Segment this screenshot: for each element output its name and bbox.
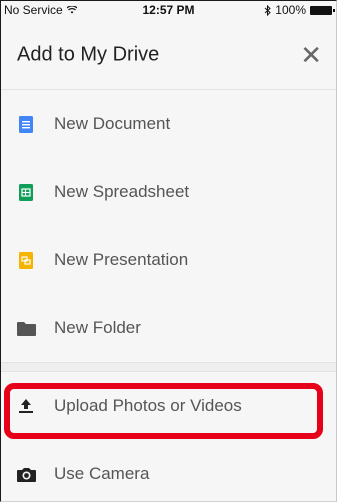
menu-divider <box>1 362 336 372</box>
new-document-label: New Document <box>54 114 171 133</box>
new-folder-label: New Folder <box>54 318 141 337</box>
slides-icon <box>16 250 36 270</box>
add-menu: New Document New Spreadsheet New Present… <box>1 90 336 501</box>
upload-icon <box>16 396 36 416</box>
status-bar: No Service 12:57 PM 100% <box>1 1 336 19</box>
upload-photos-label: Upload Photos or Videos <box>54 396 242 415</box>
bluetooth-icon <box>264 4 272 16</box>
upload-photos-item[interactable]: Upload Photos or Videos <box>1 372 336 440</box>
use-camera-label: Use Camera <box>54 464 150 483</box>
folder-icon <box>16 318 36 338</box>
camera-icon <box>16 464 36 484</box>
battery-percent: 100% <box>275 3 306 17</box>
new-document-item[interactable]: New Document <box>1 90 336 158</box>
battery-icon <box>310 5 335 15</box>
sheets-icon <box>16 182 36 202</box>
use-camera-item[interactable]: Use Camera <box>1 440 336 501</box>
close-button[interactable]: ✕ <box>300 42 322 68</box>
new-presentation-label: New Presentation <box>54 250 189 269</box>
sheet-title: Add to My Drive <box>17 43 160 66</box>
new-presentation-item[interactable]: New Presentation <box>1 226 336 294</box>
new-spreadsheet-label: New Spreadsheet <box>54 182 190 201</box>
drive-add-sheet: No Service 12:57 PM 100% Add to My Drive… <box>0 0 337 502</box>
docs-icon <box>16 114 36 134</box>
new-folder-item[interactable]: New Folder <box>1 294 336 362</box>
status-right: 100% <box>264 3 335 17</box>
sheet-header: Add to My Drive ✕ <box>1 19 336 90</box>
new-spreadsheet-item[interactable]: New Spreadsheet <box>1 158 336 226</box>
